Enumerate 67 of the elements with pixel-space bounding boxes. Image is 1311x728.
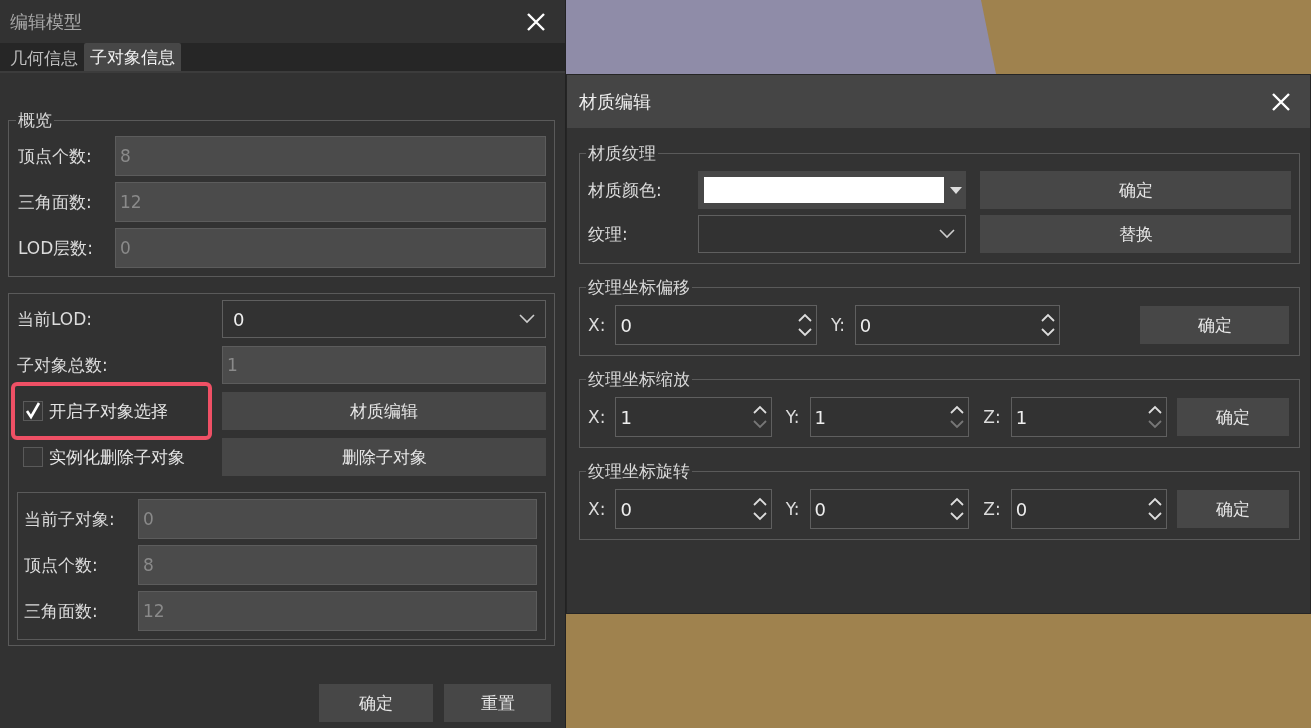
spin-value: 0: [620, 314, 632, 336]
axis-label: Z:: [983, 499, 1001, 519]
field-label: 顶点个数:: [24, 553, 99, 577]
dialog-title: 材质编辑: [579, 89, 651, 114]
axis-label: Y:: [785, 407, 800, 427]
dialog-title: 编辑模型: [10, 9, 82, 34]
spin-box[interactable]: 0: [809, 489, 970, 529]
checkmark-icon: [25, 402, 41, 420]
confirm-button[interactable]: 确定: [1140, 306, 1289, 344]
tab[interactable]: 子对象信息: [84, 43, 181, 71]
spin-box[interactable]: 0: [615, 305, 817, 345]
spin-box[interactable]: 0: [615, 489, 772, 529]
axis-label: Y:: [785, 499, 800, 519]
spin-value: 0: [1015, 498, 1028, 520]
action-button[interactable]: 删除子对象: [222, 438, 546, 476]
chevron-down-icon: [939, 229, 955, 239]
field-label: 顶点个数:: [18, 144, 93, 168]
checkbox[interactable]: [23, 401, 43, 421]
field-label: 当前子对象:: [24, 507, 116, 531]
spin-value: 0: [814, 498, 826, 520]
action-button[interactable]: 材质编辑: [222, 392, 546, 430]
checkbox-label: 实例化删除子对象: [49, 445, 185, 469]
spin-box[interactable]: 1: [1010, 397, 1167, 437]
spin-value: 1: [620, 406, 632, 428]
confirm-button[interactable]: 确定: [1177, 490, 1289, 528]
axis-label: X:: [588, 315, 606, 335]
field-label: 子对象总数:: [17, 353, 109, 377]
axis-label: X:: [588, 407, 606, 427]
close-button[interactable]: [1270, 90, 1292, 113]
field-label: 当前LOD:: [17, 307, 94, 331]
confirm-button[interactable]: 确定: [1177, 398, 1289, 436]
lod-dropdown[interactable]: 0: [222, 300, 546, 338]
field-label: LOD层数:: [18, 236, 95, 260]
field-label: 三角面数:: [18, 190, 93, 214]
axis-label: Z:: [983, 407, 1001, 427]
dropdown-arrow-icon: [950, 186, 962, 194]
group-title: 纹理坐标偏移: [587, 276, 691, 299]
spin-box[interactable]: 1: [615, 397, 772, 437]
group-title: 纹理坐标缩放: [587, 368, 691, 391]
spin-box[interactable]: 0: [854, 305, 1060, 345]
spin-value: 0: [620, 498, 632, 520]
group-title: 概览: [17, 109, 53, 132]
spin-box[interactable]: 1: [809, 397, 970, 437]
replace-button[interactable]: 替换: [980, 215, 1291, 253]
close-icon: [526, 11, 546, 32]
checkbox[interactable]: [23, 447, 43, 467]
reset-button[interactable]: 重置: [444, 684, 551, 722]
spin-box[interactable]: 0: [1010, 489, 1167, 529]
confirm-button[interactable]: 确定: [319, 684, 433, 722]
color-picker[interactable]: [698, 171, 966, 209]
confirm-button[interactable]: 确定: [980, 171, 1291, 209]
spin-value: 0: [859, 314, 872, 336]
field-label: 纹理:: [588, 222, 629, 246]
chevron-down-icon: [519, 314, 535, 324]
close-button[interactable]: [525, 10, 547, 33]
field-label: 三角面数:: [24, 599, 99, 623]
spin-value: 1: [1015, 406, 1028, 428]
group-title: 纹理坐标旋转: [587, 460, 691, 483]
spin-value: 1: [814, 406, 826, 428]
field-label: 材质颜色:: [588, 178, 663, 202]
tab[interactable]: 几何信息: [4, 45, 84, 71]
axis-label: Y:: [831, 315, 845, 335]
close-icon: [1271, 91, 1291, 112]
axis-label: X:: [588, 499, 606, 519]
group-title: 材质纹理: [587, 142, 657, 165]
dropdown-value: 0: [233, 308, 245, 330]
checkbox-label: 开启子对象选择: [49, 399, 168, 423]
